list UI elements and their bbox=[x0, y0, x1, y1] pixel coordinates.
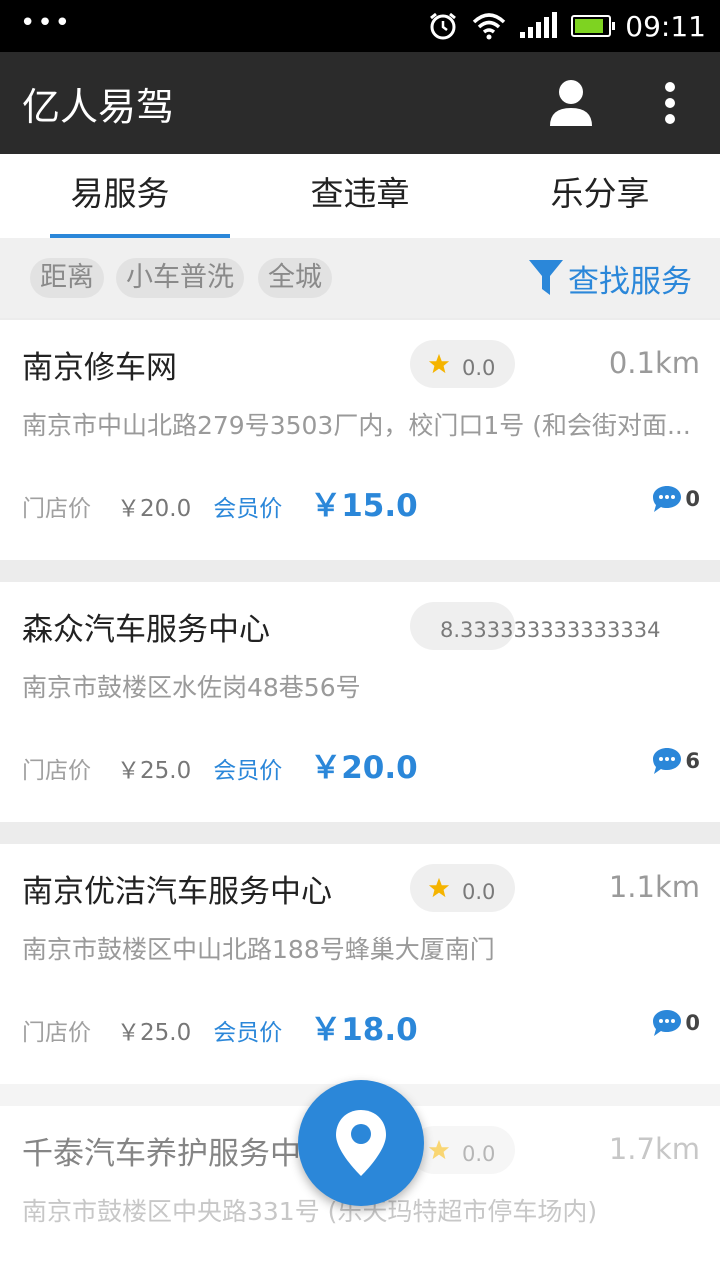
listing-name: 森众汽车服务中心 bbox=[22, 612, 270, 648]
battery-icon bbox=[571, 15, 616, 37]
store-price: ￥20.0 bbox=[117, 496, 192, 522]
signal-icon bbox=[520, 12, 558, 38]
tab-service[interactable]: 易服务 bbox=[20, 154, 230, 238]
alarm-icon bbox=[430, 12, 457, 40]
comment-count-value: 6 bbox=[685, 749, 700, 773]
listing-name: 南京优洁汽车服务中心 bbox=[22, 874, 332, 910]
filter-city[interactable]: 全城 bbox=[258, 258, 332, 298]
member-price: ￥18.0 bbox=[310, 1012, 418, 1048]
find-service-label: 查找服务 bbox=[568, 263, 692, 300]
listing-name: 南京修车网 bbox=[22, 350, 177, 386]
distance: 1.1km bbox=[608, 870, 700, 904]
wifi-icon bbox=[473, 13, 506, 40]
location-button[interactable] bbox=[298, 1080, 424, 1206]
store-price-label: 门店价 bbox=[22, 496, 91, 522]
filter-car-wash[interactable]: 小车普洗 bbox=[116, 258, 244, 298]
member-price-label: 会员价 bbox=[213, 758, 283, 784]
service-listing[interactable]: 南京优洁汽车服务中心 0.0 1.1km 南京市鼓楼区中山北路188号蜂巢大厦南… bbox=[0, 844, 720, 1084]
user-icon bbox=[550, 80, 592, 126]
member-price-label: 会员价 bbox=[213, 1020, 283, 1046]
filter-bar: 距离 小车普洗 全城 查找服务 bbox=[0, 238, 720, 318]
comment-count[interactable]: 0 bbox=[651, 1008, 700, 1038]
rating-badge: 8.333333333333334 bbox=[410, 602, 660, 650]
app-title: 亿人易驾 bbox=[22, 85, 175, 129]
store-price: ￥25.0 bbox=[117, 758, 192, 784]
rating-value: 0.0 bbox=[462, 356, 496, 380]
tab-bar: 易服务 查违章 乐分享 bbox=[0, 154, 720, 238]
tab-share[interactable]: 乐分享 bbox=[500, 154, 700, 238]
service-listing[interactable]: 南京修车网 0.0 0.1km 南京市中山北路279号3503厂内，校门口1号 … bbox=[0, 320, 720, 560]
store-price-label: 门店价 bbox=[22, 1020, 91, 1046]
user-button[interactable] bbox=[546, 76, 596, 130]
comment-icon bbox=[653, 748, 682, 774]
find-service-button[interactable]: 查找服务 bbox=[528, 254, 692, 302]
listing-name: 千泰汽车养护服务中心 bbox=[22, 1136, 332, 1172]
rating-value: 0.0 bbox=[462, 880, 496, 904]
comment-count[interactable]: 0 bbox=[651, 484, 700, 514]
filter-distance[interactable]: 距离 bbox=[30, 258, 104, 298]
address: 南京市鼓楼区水佐岗48巷56号 bbox=[22, 673, 361, 702]
tab-violations[interactable]: 查违章 bbox=[260, 154, 460, 238]
rating-badge: 0.0 bbox=[410, 864, 515, 912]
address: 南京市鼓楼区中山北路188号蜂巢大厦南门 bbox=[22, 935, 495, 964]
star-icon bbox=[428, 877, 450, 898]
star-icon bbox=[428, 353, 450, 374]
comment-icon bbox=[653, 1010, 682, 1036]
star-icon bbox=[428, 1139, 450, 1160]
clock: 09:11 bbox=[625, 9, 706, 43]
more-vert-icon[interactable] bbox=[652, 78, 688, 128]
app-bar: 亿人易驾 bbox=[0, 52, 720, 154]
store-price-label: 门店价 bbox=[22, 758, 91, 784]
store-price: ￥25.0 bbox=[117, 1020, 192, 1046]
filter-icon bbox=[529, 260, 563, 295]
rating-value: 8.333333333333334 bbox=[440, 618, 661, 642]
service-listing[interactable]: 森众汽车服务中心 8.333333333333334 南京市鼓楼区水佐岗48巷5… bbox=[0, 582, 720, 822]
notification-dots: ••• bbox=[20, 8, 73, 38]
member-price: ￥20.0 bbox=[310, 750, 418, 786]
member-price-label: 会员价 bbox=[213, 496, 283, 522]
rating-badge: 0.0 bbox=[410, 1126, 515, 1174]
distance: 1.7km bbox=[608, 1132, 700, 1166]
distance: 0.1km bbox=[608, 346, 700, 380]
location-pin-icon bbox=[336, 1110, 386, 1176]
rating-badge: 0.0 bbox=[410, 340, 515, 388]
status-bar: ••• 09:11 bbox=[0, 0, 720, 52]
comment-count-value: 0 bbox=[685, 487, 700, 511]
comment-icon bbox=[653, 486, 682, 512]
member-price: ￥15.0 bbox=[310, 488, 418, 524]
comment-count[interactable]: 6 bbox=[651, 746, 700, 776]
rating-value: 0.0 bbox=[462, 1142, 496, 1166]
comment-count-value: 0 bbox=[685, 1011, 700, 1035]
address: 南京市中山北路279号3503厂内，校门口1号 (和会街对面... bbox=[22, 411, 691, 440]
